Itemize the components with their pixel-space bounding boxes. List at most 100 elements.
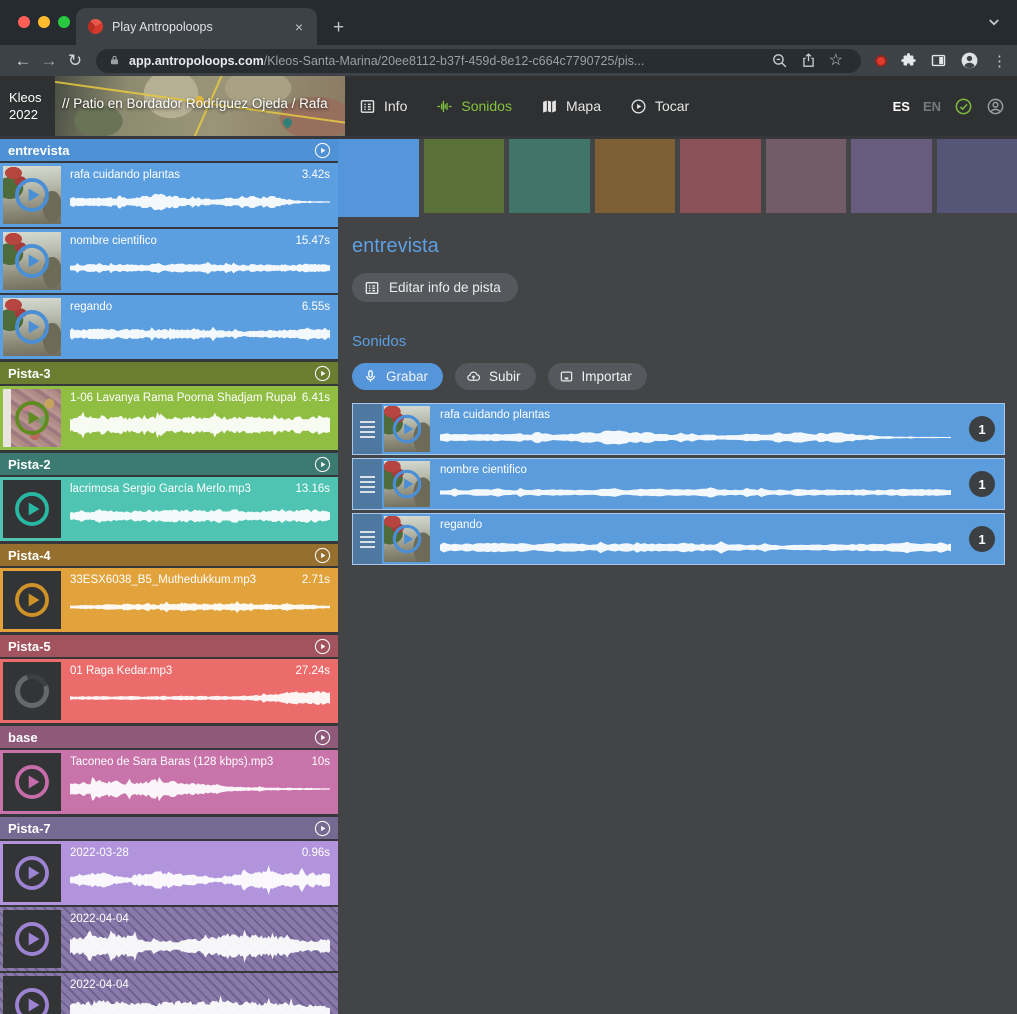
panel-sound-row[interactable]: regando 1	[352, 513, 1005, 565]
account-icon[interactable]	[986, 97, 1005, 116]
sound-thumbnail[interactable]	[3, 232, 61, 290]
minimize-window-button[interactable]	[38, 16, 50, 28]
nav-sonidos[interactable]: Sonidos	[436, 98, 512, 115]
track-header[interactable]: Pista-7	[0, 817, 338, 839]
logo-line1: Kleos	[9, 89, 55, 106]
panel-sound-row[interactable]: rafa cuidando plantas 1	[352, 403, 1005, 455]
track-color-swatch[interactable]	[680, 139, 761, 213]
sound-thumbnail[interactable]	[3, 976, 61, 1014]
nav-mapa[interactable]: Mapa	[541, 98, 601, 115]
play-button[interactable]	[13, 581, 51, 619]
sidebar-sound-row[interactable]: 33ESX6038_B5_Muthedukkum.mp3 2.71s	[0, 568, 338, 632]
play-button[interactable]	[13, 854, 51, 892]
track-header[interactable]: Pista-2	[0, 453, 338, 475]
forward-button[interactable]: →	[36, 51, 62, 71]
sidebar-sound-row[interactable]: nombre cientifico 15.47s	[0, 229, 338, 293]
sidebar-sound-row[interactable]: 2022-04-04	[0, 907, 338, 971]
app-logo[interactable]: Kleos 2022	[0, 89, 55, 123]
play-button[interactable]	[391, 413, 423, 445]
panel-sound-row[interactable]: nombre cientifico 1	[352, 458, 1005, 510]
new-tab-button[interactable]: +	[333, 17, 344, 39]
close-window-button[interactable]	[18, 16, 30, 28]
sidebar-sound-row[interactable]: rafa cuidando plantas 3.42s	[0, 163, 338, 227]
sound-thumbnail[interactable]	[3, 662, 61, 720]
track-play-icon[interactable]	[314, 820, 331, 837]
track-color-swatch[interactable]	[766, 139, 847, 213]
sound-thumbnail[interactable]	[384, 406, 430, 452]
nav-info[interactable]: Info	[359, 98, 407, 115]
browser-tab[interactable]: Play Antropoloops ×	[76, 8, 317, 45]
track-play-icon[interactable]	[314, 142, 331, 159]
address-bar[interactable]: app.antropoloops.com/Kleos-Santa-Marina/…	[96, 49, 861, 73]
track-play-icon[interactable]	[314, 729, 331, 746]
track-color-swatch[interactable]	[937, 139, 1017, 213]
reload-button[interactable]: ↻	[62, 51, 88, 71]
upload-button[interactable]: Subir	[455, 363, 536, 390]
side-panel-icon[interactable]	[930, 52, 947, 69]
record-extension-icon[interactable]	[875, 55, 887, 67]
sidebar-sound-row[interactable]: 1-06 Lavanya Rama Poorna Shadjam Rupak..…	[0, 386, 338, 450]
sound-thumbnail[interactable]	[3, 166, 61, 224]
sound-thumbnail[interactable]	[3, 910, 61, 968]
track-play-icon[interactable]	[314, 365, 331, 382]
sound-thumbnail[interactable]	[3, 844, 61, 902]
track-color-swatch[interactable]	[338, 139, 419, 217]
sound-thumbnail[interactable]	[3, 480, 61, 538]
tab-search-chevron-icon[interactable]	[985, 13, 1003, 31]
play-button[interactable]	[391, 523, 423, 555]
play-button[interactable]	[13, 242, 51, 280]
lock-icon[interactable]	[108, 54, 121, 67]
sound-thumbnail[interactable]	[384, 461, 430, 507]
track-color-swatch[interactable]	[509, 139, 590, 213]
browser-menu-icon[interactable]: ⋮	[992, 52, 1007, 70]
play-button[interactable]	[13, 308, 51, 346]
track-play-icon[interactable]	[314, 638, 331, 655]
track-play-icon[interactable]	[314, 456, 331, 473]
sound-thumbnail[interactable]	[3, 571, 61, 629]
drag-handle[interactable]	[353, 459, 382, 509]
tab-close-icon[interactable]: ×	[293, 19, 305, 35]
track-color-swatch[interactable]	[851, 139, 932, 213]
drag-handle[interactable]	[353, 404, 382, 454]
track-play-icon[interactable]	[314, 547, 331, 564]
track-header[interactable]: base	[0, 726, 338, 748]
fullscreen-window-button[interactable]	[58, 16, 70, 28]
play-button[interactable]	[13, 920, 51, 958]
play-button[interactable]	[13, 763, 51, 801]
sound-thumbnail[interactable]	[3, 298, 61, 356]
track-header[interactable]: entrevista	[0, 139, 338, 161]
track-header[interactable]: Pista-3	[0, 362, 338, 384]
track-color-swatch[interactable]	[595, 139, 676, 213]
play-button[interactable]	[13, 399, 51, 437]
play-button[interactable]	[13, 176, 51, 214]
extensions-puzzle-icon[interactable]	[900, 52, 917, 69]
profile-avatar[interactable]	[960, 51, 979, 70]
edit-track-info-button[interactable]: Editar info de pista	[352, 273, 518, 302]
sidebar-sound-row[interactable]: regando 6.55s	[0, 295, 338, 359]
bookmark-star-icon[interactable]: ☆	[829, 53, 843, 69]
track-header[interactable]: Pista-5	[0, 635, 338, 657]
sidebar-sound-row[interactable]: 2022-03-28 0.96s	[0, 841, 338, 905]
drag-handle[interactable]	[353, 514, 382, 564]
play-button[interactable]	[391, 468, 423, 500]
sidebar-sound-row[interactable]: lacrimosa Sergio García Merlo.mp3 13.16s	[0, 477, 338, 541]
sound-thumbnail[interactable]	[3, 753, 61, 811]
zoom-icon[interactable]	[771, 52, 788, 69]
share-icon[interactable]	[800, 52, 817, 69]
play-button[interactable]	[13, 490, 51, 528]
track-header[interactable]: Pista-4	[0, 544, 338, 566]
sound-thumbnail[interactable]	[3, 389, 61, 447]
sidebar-sound-row[interactable]: 01 Raga Kedar.mp3 27.24s	[0, 659, 338, 723]
lang-en-button[interactable]: EN	[923, 99, 941, 114]
sidebar-sound-row[interactable]: 2022-04-04	[0, 973, 338, 1014]
play-button[interactable]	[13, 986, 51, 1014]
record-button[interactable]: Grabar	[352, 363, 443, 390]
back-button[interactable]: ←	[10, 51, 36, 71]
track-color-swatch[interactable]	[424, 139, 505, 213]
sync-check-icon[interactable]	[954, 97, 973, 116]
lang-es-button[interactable]: ES	[893, 99, 910, 114]
import-button[interactable]: Importar	[548, 363, 647, 390]
sidebar-sound-row[interactable]: Taconeo de Sara Baras (128 kbps).mp3 10s	[0, 750, 338, 814]
sound-thumbnail[interactable]	[384, 516, 430, 562]
nav-tocar[interactable]: Tocar	[630, 98, 689, 115]
